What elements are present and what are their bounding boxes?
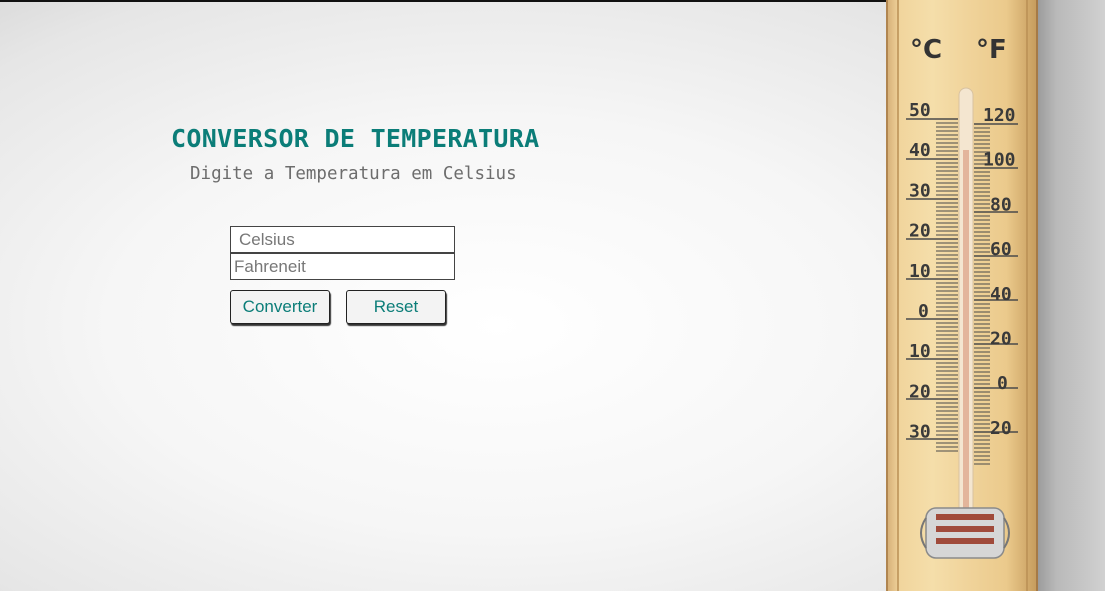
fahrenheit-mark-label: 100: [983, 150, 1016, 171]
celsius-mark-label: 40: [909, 140, 931, 161]
fahrenheit-mark-label: 20: [990, 329, 1012, 350]
fahrenheit-unit-label: °F: [976, 35, 1007, 65]
thermometer-image: °C °F 50403020100102030 1201008060402002…: [897, 0, 1028, 591]
celsius-mark-label: 50: [909, 100, 931, 121]
fahrenheit-mark-label: 20: [990, 418, 1012, 439]
fahrenheit-input[interactable]: [230, 253, 455, 280]
thermometer-shadow: [1030, 0, 1105, 591]
clip-band-3: [936, 538, 994, 544]
fahrenheit-mark-label: 120: [983, 105, 1016, 126]
celsius-mark-label: 20: [909, 381, 931, 402]
clip-band-1: [936, 514, 994, 520]
convert-button[interactable]: Converter: [230, 290, 330, 324]
fahrenheit-mark-label: 40: [990, 284, 1012, 305]
celsius-mark-label: 0: [918, 301, 929, 322]
fahrenheit-mark-label: 80: [990, 194, 1012, 215]
thermometer-column: [963, 150, 969, 525]
clip-band-2: [936, 526, 994, 532]
celsius-input[interactable]: [230, 226, 455, 253]
page-title: CONVERSOR DE TEMPERATURA: [171, 124, 540, 153]
celsius-mark-label: 10: [909, 341, 931, 362]
celsius-marks: 50 40 30 20 10 0 10 20 30: [909, 100, 931, 443]
fahrenheit-mark-label: 0: [997, 373, 1008, 394]
fahrenheit-mark-label: 60: [990, 239, 1012, 260]
celsius-mark-label: 20: [909, 221, 931, 242]
page-subtitle: Digite a Temperatura em Celsius: [190, 164, 517, 184]
celsius-mark-label: 30: [909, 422, 931, 443]
celsius-mark-label: 30: [909, 180, 931, 201]
reset-button[interactable]: Reset: [346, 290, 446, 324]
celsius-unit-label: °C: [910, 35, 942, 65]
celsius-mark-label: 10: [909, 261, 931, 282]
